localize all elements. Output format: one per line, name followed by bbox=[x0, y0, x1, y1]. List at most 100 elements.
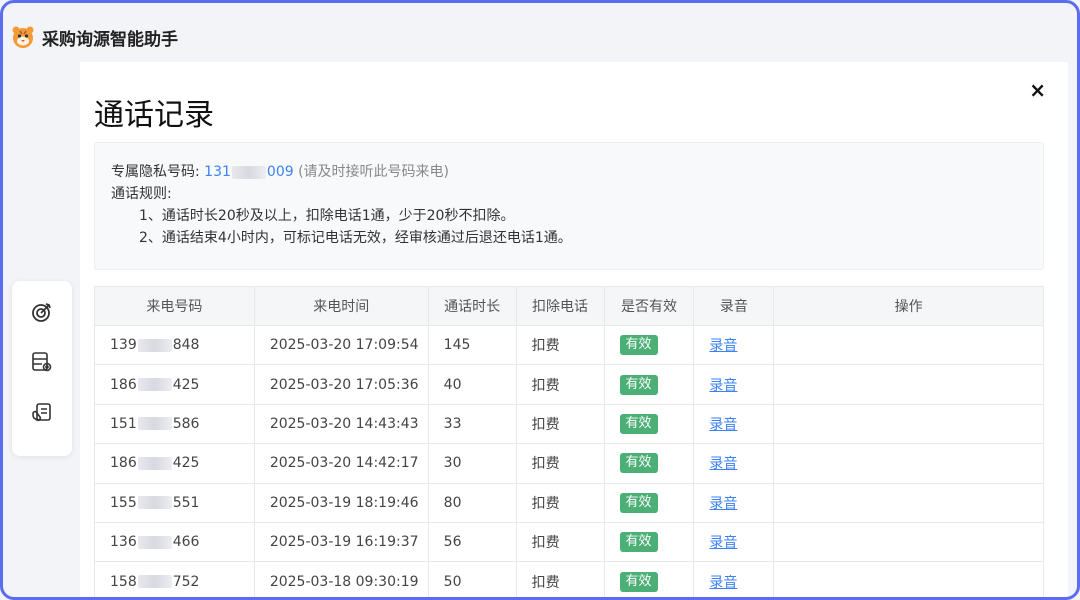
private-number-hint: (请及时接听此号码来电) bbox=[298, 164, 450, 180]
valid-badge: 有效 bbox=[619, 571, 658, 592]
cell-time: 2025-03-20 14:43:43 bbox=[253, 403, 429, 445]
cell-duration: 33 bbox=[427, 403, 517, 445]
cell-time: 2025-03-20 17:09:54 bbox=[253, 324, 429, 366]
col-header-recording: 录音 bbox=[693, 286, 775, 326]
cell-time: 2025-03-20 17:05:36 bbox=[253, 364, 429, 405]
table-row: 155 551 2025-03-19 18:19:46 80 扣费 有效 录音 bbox=[94, 482, 1044, 523]
recording-link[interactable]: 录音 bbox=[709, 456, 737, 472]
table-row: 136 466 2025-03-19 16:19:37 56 扣费 有效 录音 bbox=[94, 521, 1044, 563]
rule-item: 2、通话结束4小时内，可标记电话无效，经审核通过后退还电话1通。 bbox=[139, 230, 572, 246]
cell-valid: 有效 bbox=[603, 443, 695, 484]
cell-phone: 186 425 bbox=[94, 443, 255, 484]
call-records-modal: × 通话记录 专属隐私号码: 131 009 (请及时接听此号码来电) 通话规则:… bbox=[80, 62, 1068, 600]
cell-deduct: 扣费 bbox=[515, 482, 605, 523]
private-number: 131 009 bbox=[204, 164, 293, 180]
cell-recording: 录音 bbox=[693, 324, 775, 366]
database-settings-icon[interactable] bbox=[29, 349, 55, 375]
tiger-logo-icon bbox=[10, 24, 36, 50]
table-row: 186 425 2025-03-20 14:42:17 30 扣费 有效 录音 bbox=[94, 443, 1044, 484]
valid-badge: 有效 bbox=[619, 413, 658, 434]
phone-prefix: 158 bbox=[110, 573, 137, 590]
phone-suffix: 425 bbox=[172, 376, 200, 393]
private-number-suffix: 009 bbox=[266, 164, 294, 180]
cell-actions bbox=[773, 521, 1044, 563]
recording-link[interactable]: 录音 bbox=[709, 417, 737, 433]
valid-badge: 有效 bbox=[619, 335, 658, 356]
cell-phone: 186 425 bbox=[94, 364, 255, 405]
table-row: 151 586 2025-03-20 14:43:43 33 扣费 有效 录音 bbox=[94, 403, 1044, 445]
cell-duration: 50 bbox=[427, 561, 517, 600]
masked-digits bbox=[137, 535, 172, 549]
cell-recording: 录音 bbox=[693, 521, 775, 563]
modal-title: 通话记录 bbox=[94, 98, 214, 133]
recording-link[interactable]: 录音 bbox=[709, 535, 737, 551]
recording-link[interactable]: 录音 bbox=[709, 496, 737, 512]
cell-duration: 56 bbox=[427, 521, 517, 563]
cell-recording: 录音 bbox=[693, 364, 775, 405]
col-header-valid: 是否有效 bbox=[603, 286, 695, 326]
phone-suffix: 586 bbox=[172, 415, 200, 432]
cell-actions bbox=[773, 364, 1044, 405]
masked-digits bbox=[137, 496, 172, 510]
info-box: 专属隐私号码: 131 009 (请及时接听此号码来电) 通话规则: 1、通话时长… bbox=[94, 142, 1044, 270]
close-button[interactable]: × bbox=[1029, 80, 1046, 100]
phone-suffix: 466 bbox=[172, 534, 200, 551]
col-header-duration: 通话时长 bbox=[427, 286, 517, 326]
col-header-phone: 来电号码 bbox=[94, 286, 255, 326]
masked-digits bbox=[137, 456, 172, 470]
valid-badge: 有效 bbox=[619, 492, 658, 513]
phone-suffix: 752 bbox=[172, 573, 200, 590]
cell-actions bbox=[773, 443, 1044, 484]
private-number-prefix: 131 bbox=[204, 164, 231, 180]
private-number-line: 专属隐私号码: 131 009 (请及时接听此号码来电) bbox=[111, 161, 1027, 183]
cell-actions bbox=[773, 324, 1044, 366]
cell-duration: 30 bbox=[427, 443, 517, 484]
phone-prefix: 139 bbox=[110, 337, 137, 354]
table-row: 158 752 2025-03-18 09:30:19 50 扣费 有效 录音 bbox=[94, 561, 1044, 600]
phone-prefix: 186 bbox=[110, 376, 137, 393]
col-header-actions: 操作 bbox=[773, 286, 1044, 326]
cell-actions bbox=[773, 403, 1044, 445]
cell-duration: 145 bbox=[427, 324, 517, 366]
phone-suffix: 551 bbox=[172, 494, 200, 511]
phone-prefix: 186 bbox=[110, 455, 137, 472]
cell-valid: 有效 bbox=[603, 324, 695, 366]
cell-recording: 录音 bbox=[693, 443, 775, 484]
cell-phone: 139 848 bbox=[94, 324, 255, 366]
cell-recording: 录音 bbox=[693, 403, 775, 445]
cell-time: 2025-03-20 14:42:17 bbox=[253, 443, 429, 484]
rule-item: 1、通话时长20秒及以上，扣除电话1通，少于20秒不扣除。 bbox=[139, 208, 515, 224]
table-header-row: 来电号码 来电时间 通话时长 扣除电话 是否有效 录音 操作 bbox=[94, 286, 1044, 326]
cell-actions bbox=[773, 561, 1044, 600]
cell-phone: 155 551 bbox=[94, 482, 255, 523]
cell-valid: 有效 bbox=[603, 561, 695, 600]
cell-time: 2025-03-18 09:30:19 bbox=[253, 561, 429, 600]
phone-suffix: 848 bbox=[172, 337, 200, 354]
cell-valid: 有效 bbox=[603, 403, 695, 445]
cell-deduct: 扣费 bbox=[515, 403, 605, 445]
cell-recording: 录音 bbox=[693, 482, 775, 523]
cell-actions bbox=[773, 482, 1044, 523]
cell-deduct: 扣费 bbox=[515, 443, 605, 484]
masked-digits bbox=[137, 417, 172, 431]
target-icon[interactable] bbox=[29, 299, 55, 325]
valid-badge: 有效 bbox=[619, 532, 658, 553]
clipboard-hand-icon[interactable] bbox=[29, 399, 55, 425]
recording-link[interactable]: 录音 bbox=[709, 338, 737, 354]
phone-prefix: 136 bbox=[110, 534, 137, 551]
cell-duration: 40 bbox=[427, 364, 517, 405]
cell-deduct: 扣费 bbox=[515, 561, 605, 600]
table-row: 186 425 2025-03-20 17:05:36 40 扣费 有效 录音 bbox=[94, 364, 1044, 405]
phone-suffix: 425 bbox=[172, 455, 200, 472]
valid-badge: 有效 bbox=[619, 374, 658, 395]
private-number-label: 专属隐私号码: bbox=[111, 164, 200, 180]
phone-prefix: 155 bbox=[110, 494, 137, 511]
cell-deduct: 扣费 bbox=[515, 364, 605, 405]
recording-link[interactable]: 录音 bbox=[709, 378, 737, 394]
masked-digits bbox=[137, 378, 172, 392]
recording-link[interactable]: 录音 bbox=[709, 575, 737, 591]
cell-deduct: 扣费 bbox=[515, 324, 605, 366]
cell-phone: 136 466 bbox=[94, 521, 255, 563]
valid-badge: 有效 bbox=[619, 453, 658, 474]
masked-digits bbox=[231, 165, 266, 179]
